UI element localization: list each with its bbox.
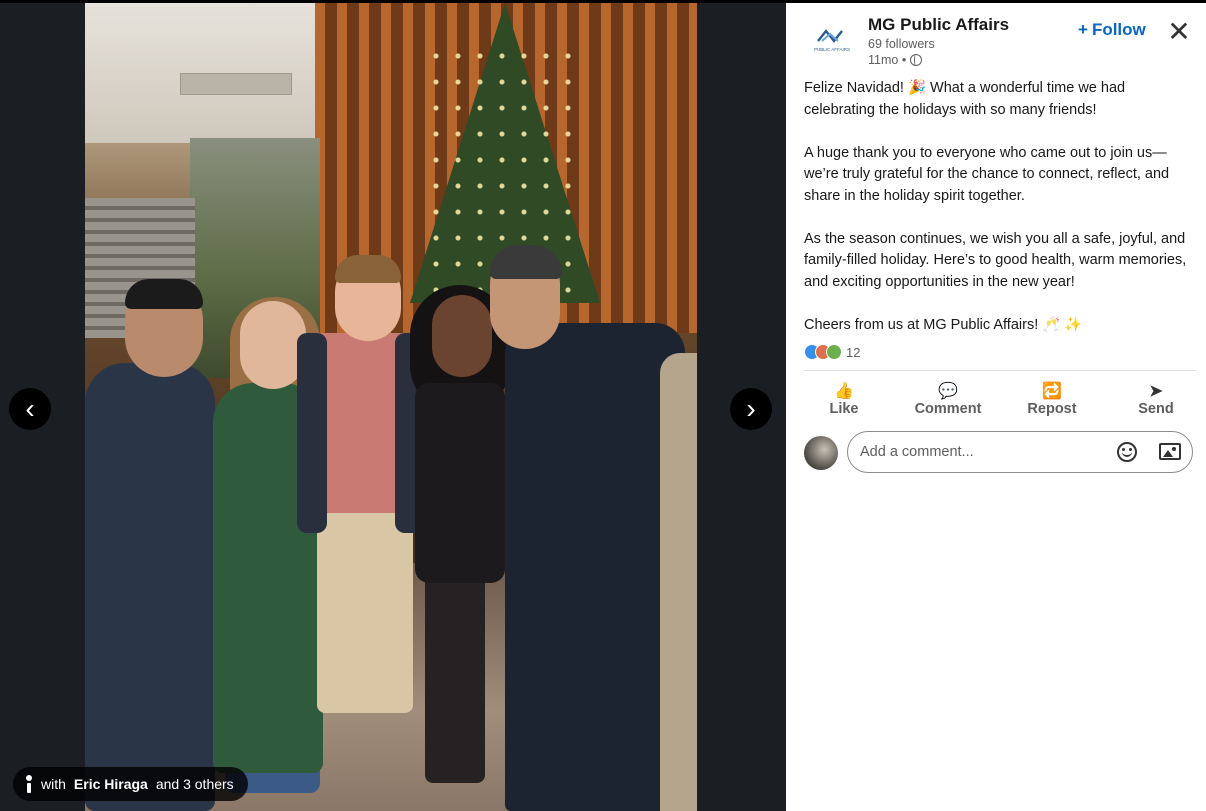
post-body: Felize Navidad! 🎉 What a wonderful time …	[804, 78, 1196, 358]
comment-icon: 💬	[938, 383, 958, 400]
logo-text: PUBLIC AFFAIRS	[814, 47, 850, 52]
globe-icon	[910, 54, 923, 66]
tag-suffix: and 3 others	[155, 776, 234, 792]
comment-input[interactable]: Add a comment...	[847, 431, 1193, 473]
thumbs-up-icon: 👍	[834, 383, 854, 400]
send-button[interactable]: ➤ Send	[1116, 377, 1196, 423]
company-logo[interactable]: PUBLIC AFFAIRS	[808, 25, 856, 57]
comment-button[interactable]: 💬 Comment	[908, 377, 988, 423]
comment-composer: Add a comment...	[804, 431, 1196, 477]
photo-person-3-jacket	[297, 333, 327, 533]
post-photo	[85, 3, 697, 811]
photo-person-4	[415, 383, 505, 583]
close-button[interactable]: ✕	[1166, 16, 1192, 47]
send-icon: ➤	[1149, 383, 1163, 400]
image-icon[interactable]	[1159, 443, 1181, 460]
person-icon	[25, 775, 33, 793]
chevron-left-icon: ‹	[25, 393, 35, 424]
photo-viewer: ‹ › with Eric Hiraga and 3 others	[0, 3, 786, 811]
reactions-summary[interactable]: 12	[804, 344, 860, 360]
follower-count: 69 followers	[868, 37, 935, 51]
photo-vent	[180, 73, 292, 95]
photo-person-3-hair	[335, 255, 401, 283]
photo-person-5-hair	[490, 245, 562, 279]
like-label: Like	[829, 401, 859, 417]
send-label: Send	[1138, 401, 1174, 417]
tagged-person-name: Eric Hiraga	[73, 776, 148, 792]
repost-label: Repost	[1027, 401, 1077, 417]
plus-icon: +	[1078, 20, 1088, 39]
close-icon: ✕	[1167, 16, 1191, 47]
follow-button[interactable]: + Follow	[1078, 20, 1146, 40]
post-time-text: 11mo •	[868, 53, 907, 67]
author-name[interactable]: MG Public Affairs	[868, 15, 1009, 35]
emoji-icon[interactable]	[1117, 442, 1137, 462]
photo-person-1-hair	[125, 279, 203, 309]
reaction-count: 12	[846, 344, 861, 360]
tagged-people-chip[interactable]: with Eric Hiraga and 3 others	[13, 767, 248, 801]
post-paragraph: Cheers from us at MG Public Affairs! 🥂 ✨	[804, 316, 1083, 333]
post-paragraph: Felize Navidad! 🎉 What a wonderful time …	[804, 80, 1126, 118]
comment-label: Comment	[914, 401, 982, 417]
photo-person-6	[660, 353, 697, 811]
photo-person-5	[505, 323, 685, 811]
follow-label: Follow	[1091, 20, 1146, 39]
like-button[interactable]: 👍 Like	[804, 377, 884, 423]
previous-photo-button[interactable]: ‹	[9, 388, 51, 430]
post-paragraph: As the season continues, we wish you all…	[804, 230, 1187, 290]
divider	[804, 370, 1196, 371]
chevron-right-icon: ›	[746, 393, 756, 424]
reaction-icons	[804, 344, 842, 360]
support-reaction-icon	[826, 344, 842, 360]
post-actions: 👍 Like 💬 Comment 🔁 Repost ➤ Send	[804, 377, 1196, 423]
avatar[interactable]	[804, 436, 838, 470]
post-time: 11mo •	[868, 53, 923, 67]
photo-person-1	[85, 363, 215, 811]
tag-prefix: with	[41, 776, 66, 792]
repost-icon: 🔁	[1042, 383, 1062, 400]
post-side-panel: PUBLIC AFFAIRS MG Public Affairs 69 foll…	[786, 3, 1206, 811]
photo-person-4-head	[432, 295, 492, 377]
repost-button[interactable]: 🔁 Repost	[1012, 377, 1092, 423]
post-paragraph: A huge thank you to everyone who came ou…	[804, 144, 1170, 204]
photo-person-4-legs	[425, 573, 485, 783]
next-photo-button[interactable]: ›	[730, 388, 772, 430]
